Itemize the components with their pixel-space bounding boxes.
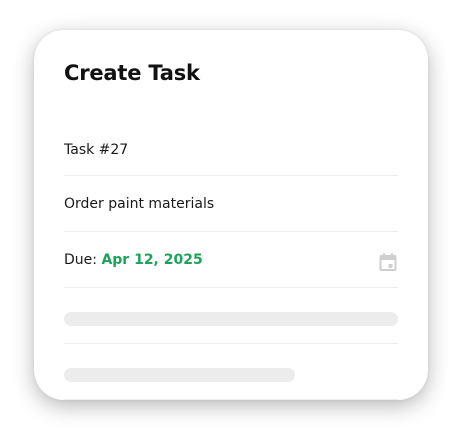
dialog-title: Create Task [64, 61, 200, 85]
placeholder-row [64, 288, 398, 344]
due-label: Due: [64, 252, 97, 268]
task-id-row: Task #27 [64, 120, 398, 176]
task-name-row[interactable]: Order paint materials [64, 176, 398, 232]
task-id-text: Task #27 [64, 142, 129, 158]
skeleton-line [64, 368, 295, 382]
task-name-field[interactable]: Order paint materials [64, 195, 214, 213]
due-date-value[interactable]: Apr 12, 2025 [101, 252, 202, 268]
placeholder-row [64, 344, 398, 400]
calendar-icon[interactable] [378, 252, 398, 272]
due-date-row[interactable]: Due: Apr 12, 2025 [64, 232, 398, 288]
skeleton-line [64, 312, 398, 326]
create-task-card: Create Task Task #27 Order paint materia… [34, 30, 428, 400]
due-date-text: Due: Apr 12, 2025 [64, 251, 203, 269]
